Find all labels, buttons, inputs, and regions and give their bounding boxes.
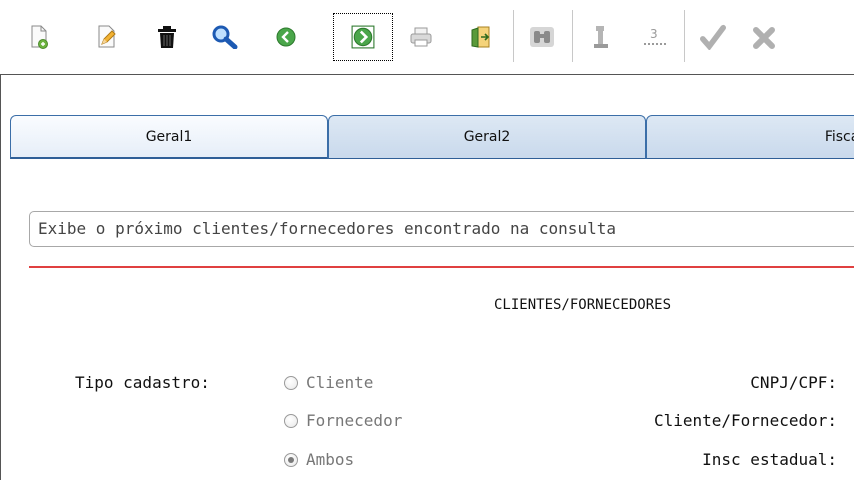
radio-ambos[interactable]: Ambos: [284, 450, 354, 469]
radio-label: Ambos: [306, 450, 355, 469]
divider: [29, 266, 854, 268]
tab-geral2[interactable]: Geral2: [328, 115, 646, 159]
tab-fiscal[interactable]: Fiscal: [646, 115, 854, 159]
radio-cliente[interactable]: Cliente: [284, 373, 373, 392]
edit-pencil-icon[interactable]: [94, 24, 120, 50]
radio-circle[interactable]: [284, 413, 298, 428]
exit-door-icon[interactable]: [467, 24, 493, 50]
radio-label: Fornecedor: [306, 411, 403, 430]
new-document-icon[interactable]: [26, 24, 52, 50]
radio-fornecedor[interactable]: Fornecedor: [284, 411, 402, 430]
radio-label: Cliente: [306, 373, 374, 392]
cnpj-cpf-label: CNPJ/CPF:: [750, 373, 837, 392]
hint-text-field: Exibe o próximo clientes/fornecedores en…: [29, 211, 854, 247]
binoculars-icon[interactable]: [529, 24, 555, 50]
cliente-fornecedor-label: Cliente/Fornecedor:: [653, 411, 837, 430]
key-2-icon[interactable]: 3: [642, 24, 668, 50]
tab-geral1[interactable]: Geral1: [10, 115, 328, 159]
next-button[interactable]: [333, 13, 393, 61]
tipo-cadastro-label: Tipo cadastro:: [75, 373, 210, 392]
radio-circle[interactable]: [284, 452, 298, 467]
print-icon[interactable]: [408, 24, 434, 50]
page-title: CLIENTES/FORNECEDORES: [494, 297, 672, 313]
tab-bar: Geral1 Geral2 Fiscal: [10, 115, 854, 160]
toolbar: 3: [0, 0, 854, 74]
delete-trash-icon[interactable]: [154, 24, 180, 50]
confirm-check-icon[interactable]: [700, 24, 726, 50]
key-1-icon[interactable]: [588, 24, 614, 50]
previous-icon[interactable]: [273, 24, 299, 50]
next-icon: [351, 25, 375, 49]
cancel-x-icon[interactable]: [752, 24, 852, 50]
search-icon[interactable]: [212, 24, 238, 50]
toolbar-separator: [513, 10, 514, 62]
toolbar-separator: [684, 10, 685, 62]
toolbar-separator: [572, 10, 573, 62]
radio-circle[interactable]: [284, 375, 298, 390]
insc-estadual-label: Insc estadual:: [702, 450, 837, 469]
svg-text:3: 3: [650, 27, 658, 41]
